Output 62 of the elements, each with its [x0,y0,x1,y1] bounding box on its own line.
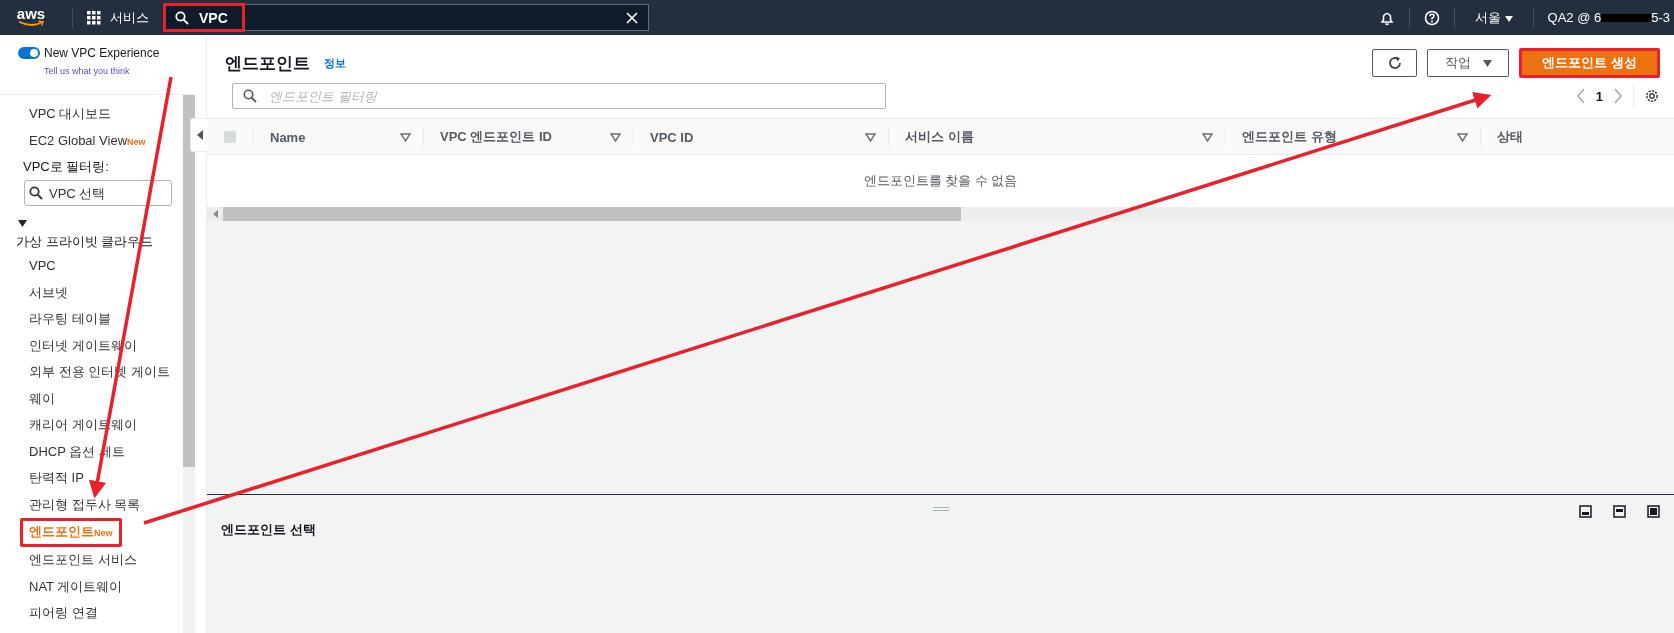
sort-icon[interactable] [610,132,621,142]
search-field[interactable]: VPC [163,4,649,31]
caret-icon[interactable] [18,220,27,227]
nav-item[interactable]: 관리형 접두사 목록 [25,491,145,518]
close-icon[interactable] [626,11,638,24]
panel-title: 엔드포인트 선택 [221,521,317,539]
search-value: VPC [163,3,245,32]
scrollbar[interactable] [183,95,195,633]
caret-icon [1482,60,1492,67]
column-header[interactable]: VPC 엔드포인트 ID [440,128,552,146]
panel-side-icon[interactable] [1613,505,1626,518]
scrollbar[interactable] [207,207,1674,221]
sort-icon[interactable] [400,132,411,142]
vpc-filter-field[interactable]: VPC 선택 [24,180,172,206]
column-header[interactable]: VPC ID [650,129,694,145]
page-number[interactable]: 1 [1595,88,1603,104]
filter-label: VPC로 필터링: [23,158,110,176]
caret-icon [1504,15,1513,22]
filter-field[interactable]: 엔드포인트 필터링 [232,83,886,109]
settings-icon[interactable] [1644,88,1660,104]
redaction-mark [1601,11,1652,24]
nav-item[interactable]: 라우팅 테이블 [25,306,115,333]
resize-handle[interactable] [932,507,949,511]
column-header[interactable]: 서비스 이름 [905,128,974,146]
nav-item[interactable]: 엔드포인트 서비스 [25,547,141,574]
services-button[interactable]: 서비스 [87,8,163,27]
page-title: 엔드포인트 [225,53,310,75]
search-icon [175,10,189,25]
help-icon[interactable] [1423,9,1440,26]
nav-item[interactable]: 탄력적 IP [25,465,88,492]
nav-item[interactable]: 피어링 연결 [25,600,102,627]
info-link[interactable]: 정보 [324,56,346,71]
sort-icon[interactable] [1202,132,1213,142]
account-label[interactable]: QA2 @ 6 [1547,10,1602,25]
search-icon [243,89,257,103]
region-menu[interactable]: 서울 [1468,7,1519,28]
panel-bottom-icon[interactable] [1579,505,1592,518]
column-header[interactable]: 상태 [1497,128,1523,146]
nav-item[interactable]: NAT 게이트웨이 [25,573,127,600]
refresh-icon [1386,55,1403,71]
refresh-button[interactable] [1372,49,1418,77]
toggle-switch[interactable] [18,47,40,59]
scroll-left-icon[interactable] [213,210,219,218]
grid-icon [87,10,101,25]
sort-icon[interactable] [1457,132,1468,142]
panel-full-icon[interactable] [1647,505,1660,518]
search-icon [29,186,43,200]
checkbox[interactable] [224,131,236,143]
logo[interactable]: aws [16,7,46,28]
nav-item[interactable]: VPC [25,253,60,280]
nav-item[interactable]: 서브넷 [25,279,72,306]
account-label: 5-3 [1651,10,1670,25]
collapse-button[interactable] [190,118,208,152]
nav-item[interactable]: VPC 대시보드 [25,100,116,127]
actions-button[interactable]: 작업 [1427,49,1510,77]
nav-item[interactable]: EC2 Global ViewNew [25,127,150,156]
column-header[interactable]: 엔드포인트 유형 [1242,128,1337,146]
toggle-label: New VPC Experience [44,46,160,60]
empty-message: 엔드포인트를 찾을 수 없음 [863,172,1018,190]
feedback-link[interactable]: Tell us what you think [44,66,130,76]
sort-icon[interactable] [865,132,876,142]
column-header[interactable]: Name [270,129,306,145]
